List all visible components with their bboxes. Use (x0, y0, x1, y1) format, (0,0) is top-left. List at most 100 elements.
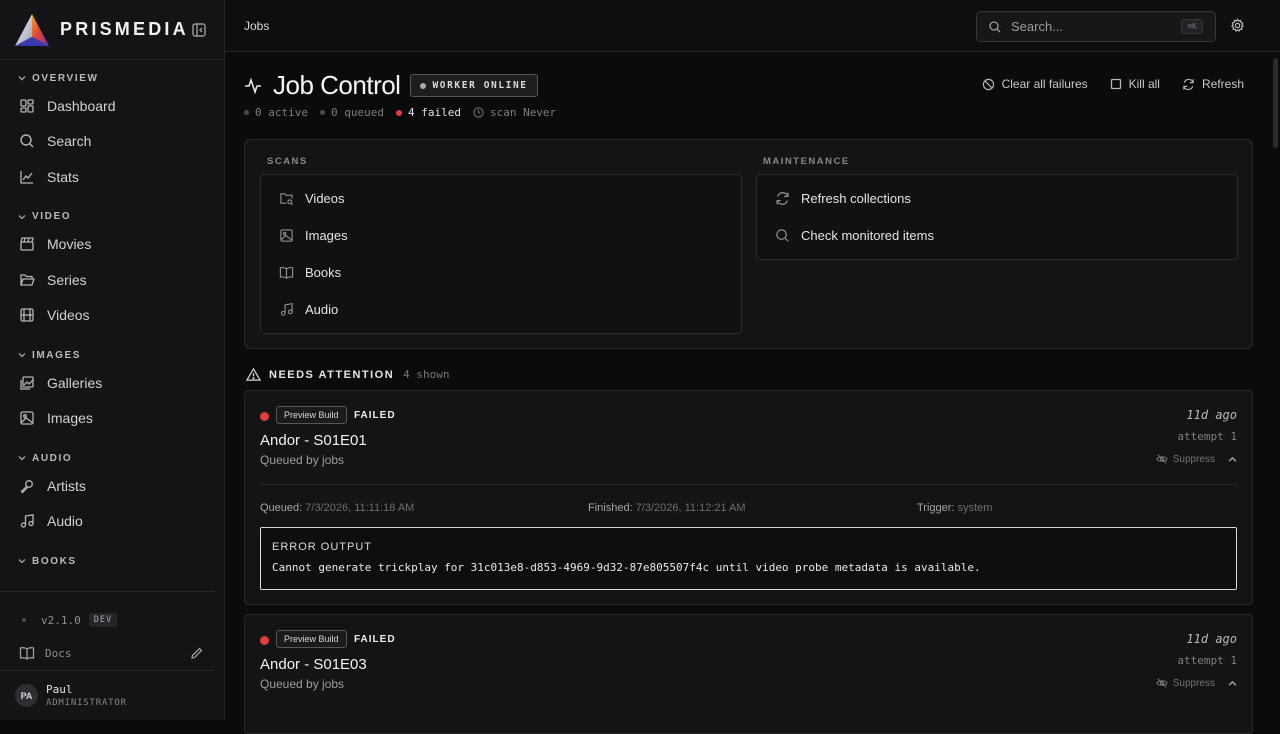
chevron-up-icon[interactable] (1228, 679, 1237, 688)
version-label: v2.1.0 (41, 613, 81, 627)
chevron-up-icon[interactable] (1228, 455, 1237, 464)
worker-status-badge: WORKER ONLINE (410, 74, 538, 97)
sidebar-item-movies[interactable]: Movies (0, 227, 224, 263)
folder-open-icon (19, 272, 35, 288)
failed-status-dot (260, 636, 269, 645)
stat-active: 0 active (244, 106, 308, 119)
job-title: Andor - S01E01 (260, 432, 367, 449)
scan-videos-button[interactable]: Videos (261, 180, 741, 217)
sidebar-item-galleries[interactable]: Galleries (0, 365, 224, 401)
sidebar-item-videos[interactable]: Videos (0, 298, 224, 334)
scans-label: SCANS (267, 156, 308, 167)
pencil-icon[interactable] (190, 646, 204, 660)
scan-audio-button[interactable]: Audio (261, 291, 741, 328)
clock-icon (473, 107, 484, 118)
square-icon (1110, 78, 1122, 90)
stat-failed: 4 failed (395, 106, 461, 119)
clear-failures-button[interactable]: Clear all failures (982, 77, 1088, 91)
job-time-ago: 11d ago (1186, 632, 1237, 646)
kill-all-button[interactable]: Kill all (1110, 77, 1160, 91)
brand-name: PRISMEDIA (60, 19, 189, 39)
scan-books-button[interactable]: Books (261, 254, 741, 291)
sidebar-item-images[interactable]: Images (0, 401, 224, 437)
job-status: FAILED (354, 410, 396, 421)
breadcrumb: Jobs (244, 18, 270, 33)
film-icon (19, 307, 35, 323)
section-audio[interactable]: AUDIO (0, 448, 224, 468)
page-title: Job Control (273, 70, 401, 100)
activity-icon (244, 76, 262, 95)
job-queued-by: Queued by jobs (260, 677, 345, 691)
music-note-icon (19, 513, 35, 529)
sidebar-item-dashboard[interactable]: Dashboard (0, 88, 224, 124)
page-header: Job Control WORKER ONLINE (244, 70, 538, 101)
topbar: Jobs ⌘K (225, 0, 1280, 52)
prism-logo-icon (15, 13, 49, 46)
search-icon (989, 20, 1001, 33)
gallery-icon (19, 375, 35, 391)
maintenance-list: Refresh collections Check monitored item… (756, 174, 1238, 260)
chevron-down-icon (18, 454, 26, 462)
job-time-ago: 11d ago (1186, 408, 1237, 422)
page-actions: Clear all failures Kill all Refresh (960, 77, 1244, 91)
section-images[interactable]: IMAGES (0, 345, 224, 365)
image-icon (19, 410, 35, 426)
sidebar-item-artists[interactable]: Artists (0, 468, 224, 504)
dev-badge: DEV (88, 613, 118, 627)
main-content: Jobs ⌘K Job Control WORKER ONLINE 0 acti… (225, 0, 1280, 734)
eye-off-icon (1156, 453, 1168, 465)
section-video[interactable]: VIDEO (0, 207, 224, 227)
job-card[interactable]: Preview Build FAILED Andor - S01E01 Queu… (244, 390, 1253, 605)
error-output-title: ERROR OUTPUT (272, 541, 372, 553)
search-icon (19, 133, 35, 149)
search-box[interactable]: ⌘K (976, 11, 1216, 42)
check-monitored-button[interactable]: Check monitored items (757, 217, 1237, 254)
user-role: ADMINISTRATOR (46, 698, 127, 708)
needs-attention-count: 4 shown (403, 368, 450, 381)
suppress-button[interactable]: Suppress (1156, 453, 1237, 465)
failed-status-dot (260, 412, 269, 421)
user-name: Paul (46, 683, 73, 696)
refresh-button[interactable]: Refresh (1182, 77, 1244, 91)
version-info: v2.1.0 DEV (0, 604, 224, 636)
job-status: FAILED (354, 634, 396, 645)
refresh-icon (775, 191, 790, 206)
job-type-badge: Preview Build (276, 630, 347, 648)
sidebar-item-series[interactable]: Series (0, 262, 224, 298)
section-overview[interactable]: OVERVIEW (0, 68, 224, 88)
job-attempt: attempt 1 (1177, 654, 1237, 667)
docs-link[interactable]: Docs (0, 636, 224, 670)
refresh-collections-button[interactable]: Refresh collections (757, 180, 1237, 217)
sidebar-item-stats[interactable]: Stats (0, 159, 224, 195)
warning-icon (246, 367, 261, 382)
scan-images-button[interactable]: Images (261, 217, 741, 254)
job-card[interactable]: Preview Build FAILED Andor - S01E03 Queu… (244, 614, 1253, 734)
user-profile[interactable]: PA Paul ADMINISTRATOR (0, 670, 214, 720)
refresh-icon (1182, 78, 1195, 91)
gear-icon[interactable] (1230, 18, 1245, 33)
folder-search-icon (279, 191, 294, 206)
status-dot (22, 618, 26, 622)
microphone-icon (19, 478, 35, 494)
maintenance-label: MAINTENANCE (763, 156, 850, 167)
collapse-sidebar-icon[interactable] (192, 22, 206, 37)
section-books[interactable]: BOOKS (0, 551, 224, 571)
scans-list: Videos Images Books Audio (260, 174, 742, 334)
needs-attention-title: NEEDS ATTENTION (269, 368, 395, 381)
sidebar-item-search[interactable]: Search (0, 124, 224, 160)
chart-icon (19, 169, 35, 185)
image-icon (279, 228, 294, 243)
avatar: PA (15, 684, 38, 707)
scrollbar[interactable] (1273, 58, 1278, 148)
shortcut-hint: ⌘K (1181, 19, 1203, 34)
chevron-down-icon (18, 74, 26, 82)
stat-queued: 0 queued (319, 106, 384, 119)
chevron-down-icon (18, 351, 26, 359)
search-input[interactable] (1011, 19, 1171, 34)
sidebar-item-audio[interactable]: Audio (0, 504, 224, 540)
suppress-button[interactable]: Suppress (1156, 677, 1237, 689)
chevron-down-icon (18, 213, 26, 221)
sidebar-footer: v2.1.0 DEV Docs PA Paul ADMINISTRATOR (0, 591, 224, 720)
job-queued-time: Queued: 7/3/2026, 11:11:18 AM (260, 502, 415, 514)
ban-icon (982, 78, 995, 91)
